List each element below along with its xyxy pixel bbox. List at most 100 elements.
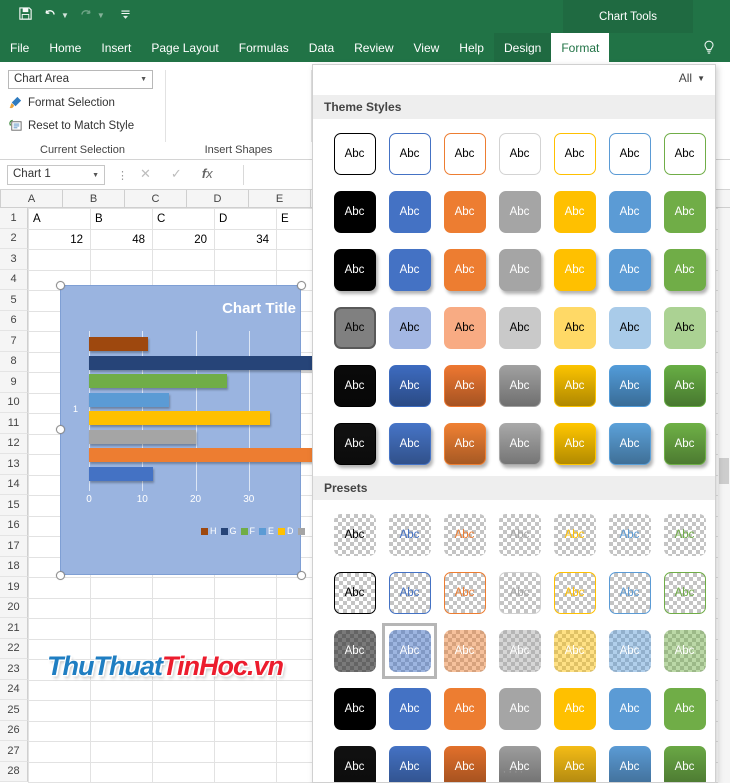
chart-bar-E[interactable] <box>89 392 169 407</box>
shape-style-transparent-noline-gold[interactable]: Abc <box>547 507 602 563</box>
shape-style-gradient-gold[interactable]: Abc <box>547 358 602 414</box>
row-header-26[interactable]: 26 <box>0 720 28 741</box>
cell-B2[interactable]: 48 <box>91 230 151 250</box>
shape-style-transparent-outline-gold[interactable]: Abc <box>547 565 602 621</box>
shape-style-light-blue[interactable]: Abc <box>382 300 437 356</box>
shape-style-solid-blue[interactable]: Abc <box>382 184 437 240</box>
shape-style-light-black[interactable]: Abc <box>327 300 382 356</box>
shape-style-outline-blue[interactable]: Abc <box>382 126 437 182</box>
shape-style-outline-gold[interactable]: Abc <box>547 126 602 182</box>
cell-D2[interactable]: 34 <box>215 230 275 250</box>
insert-function-icon[interactable]: fx <box>202 166 213 182</box>
value-axis[interactable]: 0 10 20 30 <box>86 494 300 508</box>
shape-style-light-gray[interactable]: Abc <box>492 300 547 356</box>
row-header-25[interactable]: 25 <box>0 700 28 721</box>
shape-style-semitransparent-blue[interactable]: Abc <box>382 623 437 679</box>
shape-style-solid-shadow-orange[interactable]: Abc <box>437 242 492 298</box>
row-header-17[interactable]: 17 <box>0 536 28 557</box>
legend-entry-E[interactable]: E <box>259 526 274 536</box>
row-header-6[interactable]: 6 <box>0 310 28 331</box>
shape-style-solid-shadow-lightblue[interactable]: Abc <box>602 242 657 298</box>
chart-resize-handle-se[interactable] <box>297 571 306 580</box>
shape-style-transparent-noline-black[interactable]: Abc <box>327 507 382 563</box>
row-header-28[interactable]: 28 <box>0 761 28 782</box>
ribbon-tab-home[interactable]: Home <box>39 33 91 62</box>
chart-object[interactable]: Chart Title 1 0102030 HGFEDCBA <box>60 285 351 575</box>
shape-style-outline-green[interactable]: Abc <box>657 126 712 182</box>
column-header-C[interactable]: C <box>125 190 187 208</box>
name-box[interactable]: Chart 1 ▼ <box>7 165 105 185</box>
shape-style-gradient-blue[interactable]: Abc <box>382 358 437 414</box>
shape-style-solid-shadow-black[interactable]: Abc <box>327 242 382 298</box>
shape-style-gradient-shadow-black[interactable]: Abc <box>327 416 382 472</box>
shape-style-gradient-lightblue[interactable]: Abc <box>602 358 657 414</box>
shape-style-solid-orange[interactable]: Abc <box>437 184 492 240</box>
shape-style-solid-shadow-blue[interactable]: Abc <box>382 242 437 298</box>
cancel-icon[interactable]: ✕ <box>140 166 151 182</box>
shape-style-gradient-shadow-orange[interactable]: Abc <box>437 416 492 472</box>
chart-bar-A[interactable] <box>89 466 153 481</box>
cell-A1[interactable]: A <box>29 209 89 229</box>
shape-style-light-green[interactable]: Abc <box>657 300 712 356</box>
shape-style-outline-orange[interactable]: Abc <box>437 126 492 182</box>
chart-resize-handle-w[interactable] <box>56 425 65 434</box>
shape-style-gradient-gray[interactable]: Abc <box>492 358 547 414</box>
format-selection-button[interactable]: Format Selection <box>8 95 115 110</box>
chart-bar-G[interactable] <box>89 355 313 370</box>
ribbon-tab-design[interactable]: Design <box>493 33 552 62</box>
customize-quick-access-toolbar-icon[interactable] <box>119 7 132 23</box>
ribbon-tab-page-layout[interactable]: Page Layout <box>141 33 228 62</box>
row-header-8[interactable]: 8 <box>0 351 28 372</box>
shape-style-outline-gray[interactable]: Abc <box>492 126 547 182</box>
shape-style-opaque-gray[interactable]: Abc <box>492 681 547 737</box>
shape-style-transparent-outline-green[interactable]: Abc <box>657 565 712 621</box>
shape-style-gradient-shadow-lightblue[interactable]: Abc <box>602 416 657 472</box>
legend-entry-D[interactable]: D <box>278 526 294 536</box>
row-header-27[interactable]: 27 <box>0 741 28 762</box>
row-header-2[interactable]: 2 <box>0 228 28 249</box>
row-header-7[interactable]: 7 <box>0 331 28 352</box>
shape-style-transparent-outline-gray[interactable]: Abc <box>492 565 547 621</box>
shape-style-light-orange[interactable]: Abc <box>437 300 492 356</box>
shape-style-outline-lightblue[interactable]: Abc <box>602 126 657 182</box>
shape-style-transparent-outline-orange[interactable]: Abc <box>437 565 492 621</box>
row-header-9[interactable]: 9 <box>0 372 28 393</box>
shape-style-semitransparent-gold[interactable]: Abc <box>547 623 602 679</box>
row-header-3[interactable]: 3 <box>0 249 28 270</box>
check-icon[interactable]: ✓ <box>171 166 182 182</box>
undo-dropdown-icon[interactable]: ▼ <box>61 11 69 20</box>
shape-style-transparent-noline-gray[interactable]: Abc <box>492 507 547 563</box>
shape-style-gradient-black[interactable]: Abc <box>327 358 382 414</box>
row-header-20[interactable]: 20 <box>0 597 28 618</box>
shape-style-outline-black[interactable]: Abc <box>327 126 382 182</box>
ribbon-tab-format[interactable]: Format <box>551 33 610 62</box>
shape-style-gradient-orange[interactable]: Abc <box>437 358 492 414</box>
shape-style-solid-gray[interactable]: Abc <box>492 184 547 240</box>
vertical-scrollbar-thumb[interactable] <box>719 458 729 484</box>
shape-style-gradient-shadow-gray[interactable]: Abc <box>492 416 547 472</box>
shape-style-transparent-noline-orange[interactable]: Abc <box>437 507 492 563</box>
shape-style-semitransparent-gray[interactable]: Abc <box>492 623 547 679</box>
cell-C1[interactable]: C <box>153 209 213 229</box>
shape-style-transparent-outline-lightblue[interactable]: Abc <box>602 565 657 621</box>
shape-style-transparent-noline-blue[interactable]: Abc <box>382 507 437 563</box>
chart-bar-F[interactable] <box>89 374 228 388</box>
column-header-D[interactable]: D <box>187 190 249 208</box>
shape-style-gradient-shadow-green[interactable]: Abc <box>657 416 712 472</box>
shape-style-opaque-lightblue[interactable]: Abc <box>602 681 657 737</box>
column-header-A[interactable]: A <box>1 190 63 208</box>
shape-style-semitransparent-black[interactable]: Abc <box>327 623 382 679</box>
ribbon-tab-file[interactable]: File <box>0 33 39 62</box>
shape-style-opaque-blue[interactable]: Abc <box>382 681 437 737</box>
chart-bar-B[interactable] <box>89 448 345 462</box>
shape-style-semitransparent-orange[interactable]: Abc <box>437 623 492 679</box>
cell-D1[interactable]: D <box>215 209 275 229</box>
row-header-12[interactable]: 12 <box>0 433 28 454</box>
shape-style-solid-shadow-gold[interactable]: Abc <box>547 242 602 298</box>
chart-title[interactable]: Chart Title <box>222 300 296 317</box>
shape-style-transparent-outline-blue[interactable]: Abc <box>382 565 437 621</box>
ribbon-tab-formulas[interactable]: Formulas <box>229 33 299 62</box>
select-all-corner[interactable] <box>0 190 1 208</box>
legend-entry-C[interactable]: C <box>297 526 313 536</box>
row-header-13[interactable]: 13 <box>0 454 28 475</box>
